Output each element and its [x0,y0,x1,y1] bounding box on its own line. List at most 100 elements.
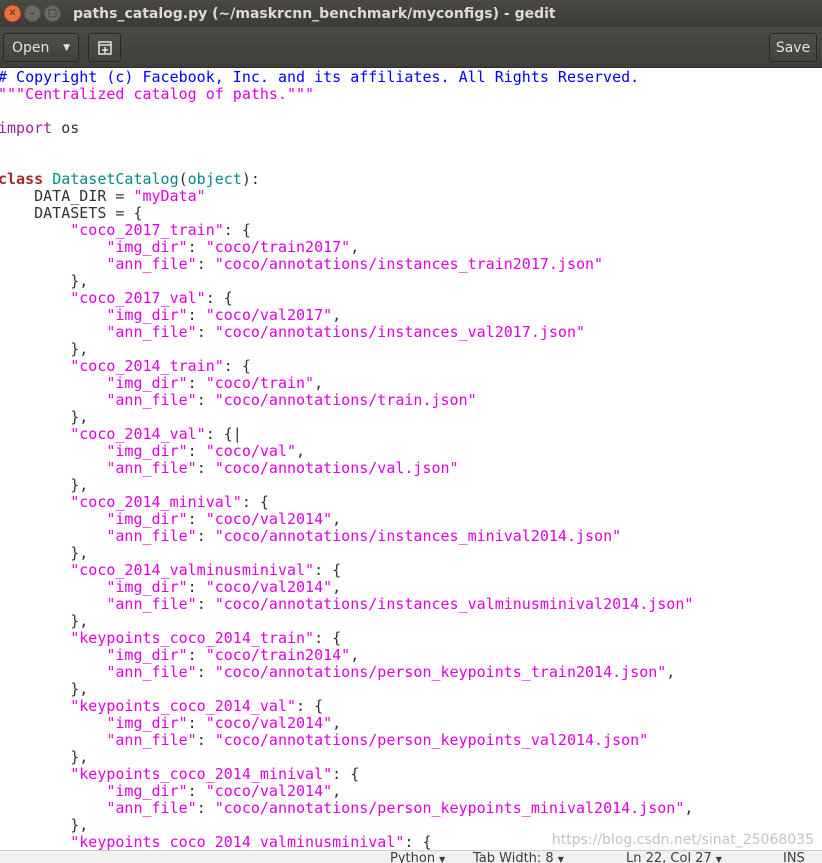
code-line[interactable]: "ann_file": "coco/annotations/instances_… [0,324,693,341]
code-token-string: "coco/annotations/instances_val2017.json… [214,323,586,341]
code-token-string: "coco_2014_valminusminival" [70,561,315,579]
code-line[interactable]: "img_dir": "coco/train", [0,375,693,392]
code-line[interactable]: "img_dir": "coco/train2014", [0,647,693,664]
code-line[interactable]: "img_dir": "coco/val2014", [0,511,693,528]
code-token-plain: : [196,663,215,681]
code-line[interactable] [0,137,693,154]
code-token-string: "keypoints_coco_2014_train" [70,629,315,647]
code-line[interactable]: class DatasetCatalog(object): [0,171,693,188]
minimize-window-icon[interactable]: – [24,5,41,22]
code-line[interactable] [0,103,693,120]
code-line[interactable] [0,154,693,171]
code-token-plain: , [332,782,342,800]
code-token-plain: : { [314,629,342,647]
code-line[interactable]: }, [0,749,693,766]
code-line[interactable]: }, [0,273,693,290]
code-token-string: "coco_2017_train" [70,221,224,239]
language-label: Python [390,851,436,863]
code-line[interactable]: }, [0,409,693,426]
code-token-comment: # Copyright (c) Facebook, Inc. and its a… [0,69,640,86]
code-line[interactable]: "coco_2014_train": { [0,358,693,375]
code-token-string: "ann_file" [106,459,197,477]
code-line[interactable]: }, [0,477,693,494]
code-text[interactable]: # Copyright (c) Facebook, Inc. and its a… [0,69,693,850]
cursor-position-label: Ln 22, Col 27 [626,851,712,863]
code-token-builtin: object [187,170,242,188]
code-token-plain: , [332,714,342,732]
code-line[interactable]: "img_dir": "coco/train2017", [0,239,693,256]
insert-mode: INS [783,851,805,863]
code-line[interactable]: DATASETS = { [0,205,693,222]
code-line[interactable]: "coco_2017_val": { [0,290,693,307]
code-line[interactable]: "ann_file": "coco/annotations/person_key… [0,732,693,749]
code-line[interactable]: # Copyright (c) Facebook, Inc. and its a… [0,69,693,86]
code-token-plain: : { [223,221,251,239]
code-line[interactable]: "ann_file": "coco/annotations/person_key… [0,800,693,817]
code-token-string: "coco_2017_val" [70,289,206,307]
save-button[interactable]: Save [769,33,817,62]
code-token-string: "ann_file" [106,731,197,749]
code-line[interactable]: "ann_file": "coco/annotations/instances_… [0,596,693,613]
code-line[interactable]: "keypoints_coco_2014_minival": { [0,766,693,783]
code-token-string: "ann_file" [106,323,197,341]
cursor-position[interactable]: Ln 22, Col 27 ▼ [626,852,722,863]
code-token-string: "coco/train2017" [205,238,351,256]
code-token-plain: : [196,459,215,477]
code-line[interactable]: "ann_file": "coco/annotations/person_key… [0,664,693,681]
code-token-string: "coco/val2014" [205,782,333,800]
code-token-plain: }, [0,816,89,834]
code-token-string: "coco/annotations/instances_minival2014.… [214,527,622,545]
header-bar: Open ▼ Save [0,27,822,68]
code-line[interactable]: DATA_DIR = "myData" [0,188,693,205]
open-button[interactable]: Open ▼ [3,33,79,62]
code-line[interactable]: "keypoints_coco_2014_train": { [0,630,693,647]
code-line[interactable]: }, [0,341,693,358]
code-line[interactable]: "coco_2014_minival": { [0,494,693,511]
code-line[interactable]: "ann_file": "coco/annotations/train.json… [0,392,693,409]
code-line[interactable]: "coco_2014_val": {| [0,426,693,443]
code-line[interactable]: "coco_2017_train": { [0,222,693,239]
code-line[interactable]: "ann_file": "coco/annotations/instances_… [0,528,693,545]
code-token-plain: , [332,510,342,528]
code-line[interactable]: "img_dir": "coco/val2014", [0,715,693,732]
new-tab-button[interactable] [88,33,121,62]
code-line[interactable]: import os [0,120,693,137]
code-line[interactable]: "img_dir": "coco/val", [0,443,693,460]
code-token-plain: }, [0,544,89,562]
code-line[interactable]: "coco_2014_valminusminival": { [0,562,693,579]
code-line[interactable]: "keypoints_coco_2014_val": { [0,698,693,715]
maximize-window-icon[interactable]: □ [44,5,61,22]
code-token-string: "keypoints_coco_2014_val" [70,697,297,715]
code-line[interactable]: }, [0,613,693,630]
code-token-plain: : [196,731,215,749]
code-line[interactable]: "img_dir": "coco/val2017", [0,307,693,324]
code-line[interactable]: "img_dir": "coco/val2014", [0,783,693,800]
code-token-string: "ann_file" [106,255,197,273]
tab-width-selector[interactable]: Tab Width: 8 ▼ [473,852,564,863]
code-line[interactable]: "ann_file": "coco/annotations/val.json" [0,460,693,477]
code-line[interactable]: """Centralized catalog of paths.""" [0,86,693,103]
code-token-string: "coco/val2014" [205,510,333,528]
code-line[interactable]: }, [0,681,693,698]
code-line[interactable]: "img_dir": "coco/val2014", [0,579,693,596]
code-token-plain: , [666,663,676,681]
code-line[interactable]: }, [0,545,693,562]
code-line[interactable]: "ann_file": "coco/annotations/instances_… [0,256,693,273]
code-token-string: "img_dir" [106,306,188,324]
code-editor[interactable]: # Copyright (c) Facebook, Inc. and its a… [0,69,822,850]
code-token-plain: : [187,782,206,800]
close-window-icon[interactable]: ✕ [4,5,21,22]
language-selector[interactable]: Python ▼ [390,852,445,863]
